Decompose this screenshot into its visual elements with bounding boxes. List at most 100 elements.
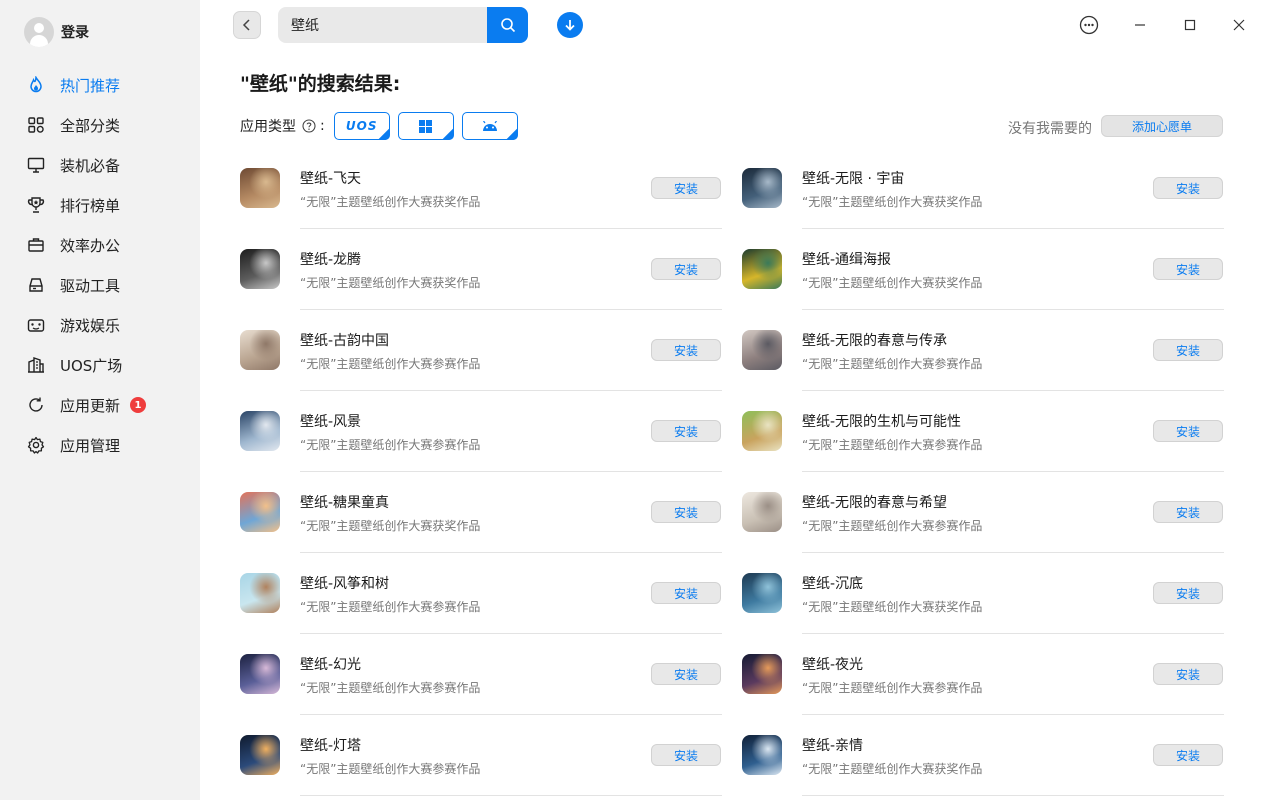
type-chip-windows[interactable] bbox=[397, 112, 454, 140]
app-card[interactable]: 壁纸-无限的生机与可能性 “无限”主题壁纸创作大赛参赛作品 安装 bbox=[742, 391, 1224, 472]
sidebar-item-label: 全部分类 bbox=[60, 116, 121, 135]
app-card[interactable]: 壁纸-无限 · 宇宙 “无限”主题壁纸创作大赛获奖作品 安装 bbox=[742, 148, 1224, 229]
app-name[interactable]: 壁纸-风筝和树 bbox=[300, 573, 389, 593]
add-wishlist-button[interactable]: 添加心愿单 bbox=[1101, 115, 1223, 137]
app-card[interactable]: 壁纸-无限的春意与希望 “无限”主题壁纸创作大赛参赛作品 安装 bbox=[742, 472, 1224, 553]
app-thumbnail[interactable] bbox=[240, 249, 280, 289]
install-button[interactable]: 安装 bbox=[1153, 177, 1223, 199]
app-description: “无限”主题壁纸创作大赛参赛作品 bbox=[300, 438, 481, 452]
app-thumbnail[interactable] bbox=[742, 573, 782, 613]
app-thumbnail[interactable] bbox=[240, 411, 280, 451]
app-name[interactable]: 壁纸-古韵中国 bbox=[300, 330, 389, 350]
app-card[interactable]: 壁纸-无限的春意与传承 “无限”主题壁纸创作大赛参赛作品 安装 bbox=[742, 310, 1224, 391]
app-thumbnail[interactable] bbox=[742, 330, 782, 370]
sidebar-item-4[interactable]: 效率办公 bbox=[0, 225, 200, 265]
app-thumbnail[interactable] bbox=[742, 735, 782, 775]
app-thumbnail[interactable] bbox=[240, 735, 280, 775]
sidebar-item-1[interactable]: 全部分类 bbox=[0, 105, 200, 145]
install-button[interactable]: 安装 bbox=[1153, 582, 1223, 604]
app-card[interactable]: 壁纸-糖果童真 “无限”主题壁纸创作大赛获奖作品 安装 bbox=[240, 472, 722, 553]
install-button[interactable]: 安装 bbox=[651, 582, 721, 604]
check-icon bbox=[377, 128, 390, 140]
app-thumbnail[interactable] bbox=[742, 411, 782, 451]
app-thumbnail[interactable] bbox=[742, 168, 782, 208]
app-card[interactable]: 壁纸-夜光 “无限”主题壁纸创作大赛参赛作品 安装 bbox=[742, 634, 1224, 715]
close-button[interactable] bbox=[1227, 13, 1251, 37]
app-name[interactable]: 壁纸-飞天 bbox=[300, 168, 361, 188]
app-name[interactable]: 壁纸-灯塔 bbox=[300, 735, 361, 755]
install-button[interactable]: 安装 bbox=[651, 501, 721, 523]
sidebar-item-8[interactable]: 应用更新 1 bbox=[0, 385, 200, 425]
download-button[interactable] bbox=[557, 12, 583, 38]
install-button[interactable]: 安装 bbox=[651, 744, 721, 766]
install-button[interactable]: 安装 bbox=[651, 339, 721, 361]
app-name[interactable]: 壁纸-无限的春意与希望 bbox=[802, 492, 947, 512]
search-button[interactable] bbox=[487, 7, 528, 43]
app-card[interactable]: 壁纸-风景 “无限”主题壁纸创作大赛参赛作品 安装 bbox=[240, 391, 722, 472]
app-card[interactable]: 壁纸-通缉海报 “无限”主题壁纸创作大赛获奖作品 安装 bbox=[742, 229, 1224, 310]
menu-button[interactable] bbox=[1077, 13, 1101, 37]
app-thumbnail[interactable] bbox=[240, 573, 280, 613]
app-name[interactable]: 壁纸-糖果童真 bbox=[300, 492, 389, 512]
sidebar-item-6[interactable]: 游戏娱乐 bbox=[0, 305, 200, 345]
login-label[interactable]: 登录 bbox=[61, 22, 89, 42]
app-thumbnail[interactable] bbox=[742, 249, 782, 289]
app-thumbnail[interactable] bbox=[240, 492, 280, 532]
sidebar-item-7[interactable]: UOS广场 bbox=[0, 345, 200, 385]
install-button[interactable]: 安装 bbox=[651, 177, 721, 199]
help-icon[interactable] bbox=[302, 119, 316, 133]
app-name[interactable]: 壁纸-龙腾 bbox=[300, 249, 361, 269]
app-description: “无限”主题壁纸创作大赛参赛作品 bbox=[802, 519, 983, 533]
app-name[interactable]: 壁纸-夜光 bbox=[802, 654, 863, 674]
app-card[interactable]: 壁纸-龙腾 “无限”主题壁纸创作大赛获奖作品 安装 bbox=[240, 229, 722, 310]
app-card[interactable]: 壁纸-沉底 “无限”主题壁纸创作大赛获奖作品 安装 bbox=[742, 553, 1224, 634]
search-results-grid: 壁纸-飞天 “无限”主题壁纸创作大赛获奖作品 安装 壁纸-无限 · 宇宙 “无限”主题壁… bbox=[240, 148, 1224, 796]
type-chip-android[interactable] bbox=[461, 112, 518, 140]
minimize-icon bbox=[1135, 24, 1145, 26]
app-description: “无限”主题壁纸创作大赛获奖作品 bbox=[300, 519, 481, 533]
app-name[interactable]: 壁纸-无限的春意与传承 bbox=[802, 330, 947, 350]
install-button[interactable]: 安装 bbox=[1153, 663, 1223, 685]
app-card[interactable]: 壁纸-飞天 “无限”主题壁纸创作大赛获奖作品 安装 bbox=[240, 148, 722, 229]
app-card[interactable]: 壁纸-古韵中国 “无限”主题壁纸创作大赛参赛作品 安装 bbox=[240, 310, 722, 391]
sidebar-item-5[interactable]: 驱动工具 bbox=[0, 265, 200, 305]
sidebar-item-9[interactable]: 应用管理 bbox=[0, 425, 200, 465]
sidebar-item-3[interactable]: 排行榜单 bbox=[0, 185, 200, 225]
app-card[interactable]: 壁纸-风筝和树 “无限”主题壁纸创作大赛参赛作品 安装 bbox=[240, 553, 722, 634]
install-button[interactable]: 安装 bbox=[1153, 501, 1223, 523]
app-thumbnail[interactable] bbox=[742, 654, 782, 694]
app-card[interactable]: 壁纸-灯塔 “无限”主题壁纸创作大赛参赛作品 安装 bbox=[240, 715, 722, 796]
app-name[interactable]: 壁纸-通缉海报 bbox=[802, 249, 891, 269]
login-area[interactable]: 登录 bbox=[24, 17, 89, 47]
sidebar-item-2[interactable]: 装机必备 bbox=[0, 145, 200, 185]
app-name[interactable]: 壁纸-无限 · 宇宙 bbox=[802, 168, 904, 188]
install-button[interactable]: 安装 bbox=[1153, 258, 1223, 280]
install-button[interactable]: 安装 bbox=[1153, 744, 1223, 766]
sidebar-item-0[interactable]: 热门推荐 bbox=[0, 65, 200, 105]
app-thumbnail[interactable] bbox=[240, 168, 280, 208]
install-button[interactable]: 安装 bbox=[651, 663, 721, 685]
install-button[interactable]: 安装 bbox=[1153, 339, 1223, 361]
check-icon bbox=[441, 128, 454, 140]
search-input[interactable] bbox=[278, 7, 487, 43]
install-button[interactable]: 安装 bbox=[1153, 420, 1223, 442]
install-button[interactable]: 安装 bbox=[651, 258, 721, 280]
app-description: “无限”主题壁纸创作大赛参赛作品 bbox=[802, 681, 983, 695]
back-button[interactable] bbox=[233, 11, 261, 39]
app-thumbnail[interactable] bbox=[742, 492, 782, 532]
avatar[interactable] bbox=[24, 17, 54, 47]
app-name[interactable]: 壁纸-亲情 bbox=[802, 735, 863, 755]
app-card[interactable]: 壁纸-幻光 “无限”主题壁纸创作大赛参赛作品 安装 bbox=[240, 634, 722, 715]
install-button[interactable]: 安装 bbox=[651, 420, 721, 442]
app-name[interactable]: 壁纸-无限的生机与可能性 bbox=[802, 411, 961, 431]
app-name[interactable]: 壁纸-沉底 bbox=[802, 573, 863, 593]
app-thumbnail[interactable] bbox=[240, 654, 280, 694]
app-card[interactable]: 壁纸-亲情 “无限”主题壁纸创作大赛获奖作品 安装 bbox=[742, 715, 1224, 796]
minimize-button[interactable] bbox=[1128, 13, 1152, 37]
maximize-button[interactable] bbox=[1178, 13, 1202, 37]
app-thumbnail[interactable] bbox=[240, 330, 280, 370]
type-chip-uos[interactable]: UOS bbox=[333, 112, 390, 140]
sidebar-item-label: 装机必备 bbox=[60, 156, 121, 175]
app-name[interactable]: 壁纸-幻光 bbox=[300, 654, 361, 674]
app-name[interactable]: 壁纸-风景 bbox=[300, 411, 361, 431]
